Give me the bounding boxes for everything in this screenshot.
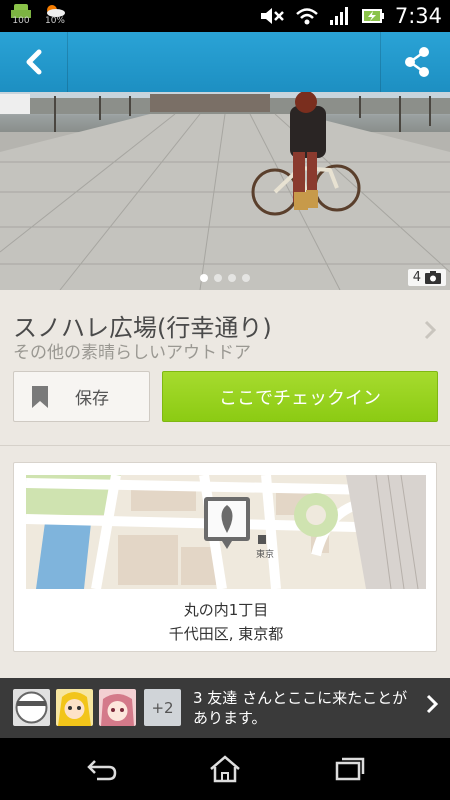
address-line-1: 丸の内1丁目 [183, 601, 269, 619]
nav-recent-apps-button[interactable] [333, 755, 367, 783]
photo-count: 4 [412, 270, 421, 285]
checkin-button[interactable]: ここでチェックイン [162, 371, 438, 422]
nav-home-button[interactable] [208, 755, 242, 783]
battery-charging-icon [361, 9, 384, 23]
weather-icon: 10% [42, 4, 68, 28]
clock: 7:34 [394, 4, 442, 28]
action-bar [0, 32, 450, 92]
chevron-right-icon[interactable] [426, 694, 439, 720]
photo-count-badge[interactable]: 4 [407, 269, 446, 286]
page-dot [242, 274, 250, 282]
divider [0, 445, 450, 446]
share-button[interactable] [380, 32, 450, 92]
share-icon [405, 47, 429, 77]
status-bar: 100 10% 7:34 [0, 0, 450, 32]
map-card[interactable]: 東京 丸の内1丁目 千代田区, 東京都 [13, 462, 437, 652]
save-label: 保存 [75, 389, 109, 409]
avatar [13, 689, 50, 726]
more-friends-count: +2 [151, 698, 174, 717]
avatar [99, 689, 136, 726]
map-view[interactable]: 東京 [26, 475, 426, 589]
street-map [26, 475, 426, 589]
signal-icon [329, 7, 348, 25]
system-nav-bar [0, 738, 450, 800]
default-avatar-icon [15, 691, 48, 724]
venue-photo[interactable]: 4 [0, 92, 450, 290]
bookmark-icon [32, 385, 48, 408]
avatar [56, 689, 93, 726]
mute-icon [260, 8, 284, 24]
more-friends-badge: +2 [144, 689, 181, 726]
page-dot [200, 274, 208, 282]
battery-100-icon: 100 [8, 4, 34, 28]
anime-avatar-icon [99, 689, 136, 726]
chevron-left-icon [26, 49, 42, 75]
camera-icon [425, 271, 441, 284]
battery-label: 100 [12, 16, 30, 26]
venue-content: スノハレ広場(行幸通り) その他の素晴らしいアウトドア 保存 ここでチェックイン [0, 290, 450, 678]
weather-label: 10% [44, 16, 65, 26]
checkin-label: ここでチェックイン [219, 387, 381, 409]
friends-here-banner[interactable]: +2 3 友達 さんとここに来たことがあります。 [0, 678, 450, 738]
venue-category: その他の素晴らしいアウトドア [13, 343, 251, 363]
anime-avatar-icon [56, 689, 93, 726]
recent-apps-icon [335, 757, 365, 781]
wifi-icon [295, 8, 318, 25]
photo-plaza-cyclist [0, 92, 450, 290]
nav-back-button[interactable] [85, 755, 119, 783]
photo-page-indicator [200, 274, 250, 282]
page-dot [228, 274, 236, 282]
friends-message: 3 友達 さんとここに来たことがあります。 [193, 689, 408, 727]
save-button[interactable]: 保存 [13, 371, 150, 422]
back-icon [87, 760, 117, 781]
home-icon [210, 755, 240, 783]
address-line-2: 千代田区, 東京都 [168, 625, 284, 643]
chevron-right-icon[interactable] [424, 320, 437, 346]
page-dot [214, 274, 222, 282]
back-button[interactable] [0, 32, 68, 92]
station-label: 東京 [256, 550, 275, 560]
